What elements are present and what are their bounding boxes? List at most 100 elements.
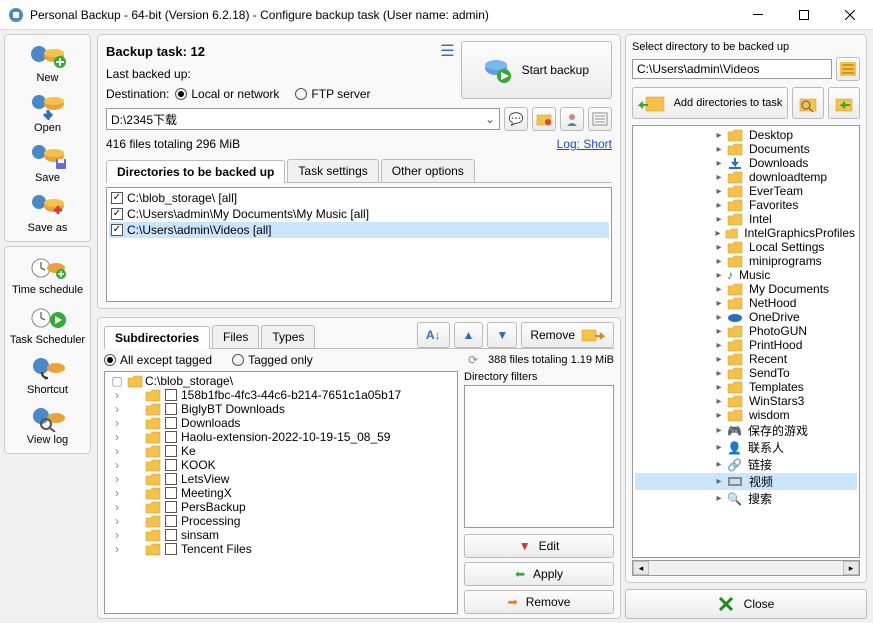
expand-icon[interactable]: ▸: [713, 396, 725, 407]
add-single-button[interactable]: [828, 87, 860, 119]
save-button[interactable]: Save: [7, 139, 88, 187]
tree-node[interactable]: ›PersBackup: [107, 500, 455, 514]
options-button[interactable]: [588, 107, 612, 131]
checkbox-icon[interactable]: [165, 515, 177, 527]
expand-icon[interactable]: ▸: [713, 200, 725, 211]
expand-icon[interactable]: ▸: [713, 130, 725, 141]
expand-icon[interactable]: ▸: [713, 158, 725, 169]
tree-node[interactable]: ›Processing: [107, 514, 455, 528]
source-tree-node[interactable]: ▸Documents: [635, 142, 857, 156]
tab-task-settings[interactable]: Task settings: [287, 159, 378, 182]
source-tree-node[interactable]: ▸视频: [635, 473, 857, 490]
time-schedule-button[interactable]: Time schedule: [7, 251, 88, 299]
directory-row[interactable]: C:\Users\admin\My Documents\My Music [al…: [109, 206, 609, 222]
expand-icon[interactable]: ▸: [713, 354, 725, 365]
expand-icon[interactable]: ▸: [713, 340, 725, 351]
path-options-button[interactable]: [836, 57, 860, 81]
close-button[interactable]: Close: [625, 589, 867, 619]
source-tree-node[interactable]: ▸Recent: [635, 352, 857, 366]
expand-icon[interactable]: ▸: [713, 425, 725, 436]
tagged-only-radio[interactable]: Tagged only: [232, 353, 313, 367]
user-button[interactable]: [560, 107, 584, 131]
new-button[interactable]: New: [7, 39, 88, 87]
tree-node[interactable]: ›LetsView: [107, 472, 455, 486]
remove-dir-button[interactable]: Remove: [521, 322, 614, 348]
placeholder-button[interactable]: [532, 107, 556, 131]
tree-node[interactable]: ›158b1fbc-4fc3-44c6-b214-7651c1a05b17: [107, 388, 455, 402]
h-scrollbar[interactable]: ◂ ▸: [632, 560, 860, 576]
dest-ftp-radio[interactable]: FTP server: [295, 87, 370, 101]
browse-button[interactable]: 💬: [504, 107, 528, 131]
subdir-tree[interactable]: ▢C:\blob_storage\›158b1fbc-4fc3-44c6-b21…: [104, 371, 458, 614]
source-tree-node[interactable]: ▸miniprograms: [635, 254, 857, 268]
expand-icon[interactable]: ▸: [713, 144, 725, 155]
preview-button[interactable]: [792, 87, 824, 119]
filter-edit-button[interactable]: ▼Edit: [464, 534, 614, 558]
expand-icon[interactable]: ▸: [713, 270, 725, 281]
all-except-radio[interactable]: All except tagged: [104, 353, 212, 367]
expand-icon[interactable]: ▸: [713, 382, 725, 393]
source-tree-node[interactable]: ▸Downloads: [635, 156, 857, 170]
open-button[interactable]: Open: [7, 89, 88, 137]
directory-list[interactable]: C:\blob_storage\ [all] C:\Users\admin\My…: [106, 187, 612, 302]
move-down-button[interactable]: ▼: [487, 322, 517, 348]
tree-node[interactable]: ›sinsam: [107, 528, 455, 542]
expand-icon[interactable]: ▸: [713, 368, 725, 379]
source-tree-node[interactable]: ▸OneDrive: [635, 310, 857, 324]
checkbox-icon[interactable]: [165, 445, 177, 457]
maximize-button[interactable]: [781, 0, 827, 30]
sort-button[interactable]: A↓: [417, 322, 450, 348]
save-as-button[interactable]: Save as: [7, 189, 88, 237]
tree-node[interactable]: ›KOOK: [107, 458, 455, 472]
source-tree-node[interactable]: ▸👤联系人: [635, 439, 857, 456]
checkbox-icon[interactable]: [165, 543, 177, 555]
expand-icon[interactable]: ▸: [713, 298, 725, 309]
minimize-button[interactable]: [735, 0, 781, 30]
filter-apply-button[interactable]: ⬅Apply: [464, 562, 614, 586]
close-window-button[interactable]: [827, 0, 873, 30]
expand-icon[interactable]: ▸: [713, 228, 723, 239]
shortcut-button[interactable]: Shortcut: [7, 351, 88, 399]
filter-remove-button[interactable]: ➡Remove: [464, 590, 614, 614]
source-tree-node[interactable]: ▸♪Music: [635, 268, 857, 282]
source-tree-node[interactable]: ▸PhotoGUN: [635, 324, 857, 338]
checkbox-icon[interactable]: [165, 487, 177, 499]
filter-list[interactable]: [464, 385, 614, 528]
dest-local-radio[interactable]: Local or network: [175, 87, 279, 101]
scroll-right-button[interactable]: ▸: [843, 561, 859, 575]
tree-node[interactable]: ›Haolu-extension-2022-10-19-15_08_59: [107, 430, 455, 444]
path-input[interactable]: [632, 59, 832, 79]
source-tree-node[interactable]: ▸Favorites: [635, 198, 857, 212]
checkbox-icon[interactable]: [111, 208, 123, 220]
expand-icon[interactable]: ▸: [713, 186, 725, 197]
expand-icon[interactable]: ▸: [713, 493, 725, 504]
source-tree-node[interactable]: ▸wisdom: [635, 408, 857, 422]
tree-node[interactable]: ›BiglyBT Downloads: [107, 402, 455, 416]
expand-icon[interactable]: ▸: [713, 410, 725, 421]
move-up-button[interactable]: ▲: [454, 322, 484, 348]
source-tree[interactable]: ▸Desktop▸Documents▸Downloads▸downloadtem…: [632, 125, 860, 558]
add-directories-button[interactable]: Add directories to task: [632, 87, 788, 119]
directory-row[interactable]: C:\Users\admin\Videos [all]: [109, 222, 609, 238]
start-backup-button[interactable]: Start backup: [461, 41, 612, 99]
source-tree-node[interactable]: ▸Local Settings: [635, 240, 857, 254]
refresh-icon[interactable]: ⟳: [468, 353, 478, 367]
checkbox-icon[interactable]: [165, 417, 177, 429]
checkbox-icon[interactable]: [165, 389, 177, 401]
expand-icon[interactable]: ▸: [713, 242, 725, 253]
expand-icon[interactable]: ▸: [713, 442, 725, 453]
tab-subdirectories[interactable]: Subdirectories: [104, 326, 210, 349]
source-tree-node[interactable]: ▸WinStars3: [635, 394, 857, 408]
source-tree-node[interactable]: ▸Desktop: [635, 128, 857, 142]
checkbox-icon[interactable]: [165, 403, 177, 415]
tab-other-options[interactable]: Other options: [381, 159, 475, 182]
checkbox-icon[interactable]: [165, 501, 177, 513]
checkbox-icon[interactable]: [111, 192, 123, 204]
tab-types[interactable]: Types: [261, 325, 315, 348]
source-tree-node[interactable]: ▸SendTo: [635, 366, 857, 380]
tree-node[interactable]: ›Downloads: [107, 416, 455, 430]
source-tree-node[interactable]: ▸Intel: [635, 212, 857, 226]
checkbox-icon[interactable]: [165, 459, 177, 471]
source-tree-node[interactable]: ▸downloadtemp: [635, 170, 857, 184]
expand-icon[interactable]: ▸: [713, 326, 725, 337]
